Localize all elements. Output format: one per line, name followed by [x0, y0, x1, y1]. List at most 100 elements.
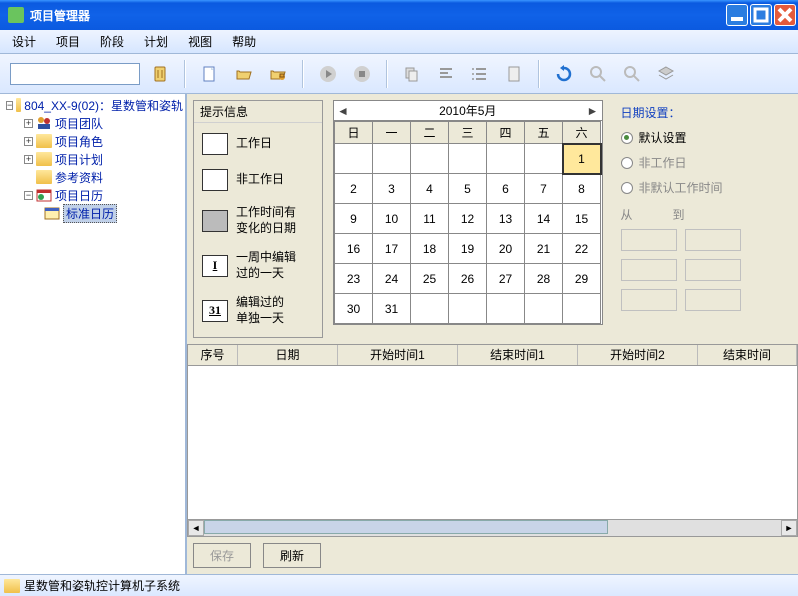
maximize-button[interactable]	[750, 4, 772, 26]
horizontal-scrollbar[interactable]: ◄ ►	[187, 519, 798, 537]
col-index[interactable]: 序号	[188, 345, 238, 365]
expand-icon[interactable]: +	[24, 119, 33, 128]
play-button[interactable]	[314, 60, 342, 88]
weekday-header: 一	[373, 122, 411, 144]
clear-button[interactable]	[146, 60, 174, 88]
weekday-header: 四	[487, 122, 525, 144]
calendar-day[interactable]: 3	[373, 174, 411, 204]
menu-design[interactable]: 设计	[4, 31, 44, 52]
zoom-in-button[interactable]	[584, 60, 612, 88]
calendar-day[interactable]: 14	[525, 204, 563, 234]
calendar-day[interactable]: 4	[411, 174, 449, 204]
calendar-day[interactable]: 10	[373, 204, 411, 234]
copy-button[interactable]	[398, 60, 426, 88]
tree-item-std-calendar[interactable]: 标准日历	[2, 204, 183, 222]
new-button[interactable]	[196, 60, 224, 88]
calendar-day[interactable]: 27	[487, 264, 525, 294]
calendar-day[interactable]: 25	[411, 264, 449, 294]
radio-nonwork[interactable]: 非工作日	[621, 154, 741, 171]
col-end1[interactable]: 结束时间1	[458, 345, 578, 365]
next-month-button[interactable]: ►	[586, 104, 600, 118]
scroll-left-button[interactable]: ◄	[188, 520, 204, 536]
layers-button[interactable]	[652, 60, 680, 88]
calendar-day[interactable]: 24	[373, 264, 411, 294]
to-time-2[interactable]	[685, 259, 741, 281]
calendar-day[interactable]: 9	[335, 204, 373, 234]
radio-default[interactable]: 默认设置	[621, 129, 741, 146]
doc-button[interactable]	[500, 60, 528, 88]
calendar-day[interactable]: 1	[563, 144, 601, 174]
window-titlebar: 项目管理器	[0, 0, 798, 30]
menu-plan[interactable]: 计划	[136, 31, 176, 52]
calendar-day[interactable]: 17	[373, 234, 411, 264]
col-start2[interactable]: 开始时间2	[578, 345, 698, 365]
tree-item-roles[interactable]: + 项目角色	[2, 132, 183, 150]
open-locked-button[interactable]	[264, 60, 292, 88]
search-input[interactable]	[10, 63, 140, 85]
calendar-day[interactable]: 21	[525, 234, 563, 264]
calendar-day[interactable]: 18	[411, 234, 449, 264]
folder-icon	[36, 134, 52, 148]
col-start1[interactable]: 开始时间1	[338, 345, 458, 365]
from-time-3[interactable]	[621, 289, 677, 311]
col-end2[interactable]: 结束时间	[698, 345, 797, 365]
col-date[interactable]: 日期	[238, 345, 338, 365]
tree-label: 项目角色	[55, 133, 103, 150]
tree-item-calendar[interactable]: − 项目日历	[2, 186, 183, 204]
tree-item-team[interactable]: + 项目团队	[2, 114, 183, 132]
tree-root[interactable]: − 804_XX-9(02)：星数管和姿轨	[2, 96, 183, 114]
radio-icon	[621, 132, 633, 144]
collapse-icon[interactable]: −	[6, 101, 13, 110]
save-button[interactable]: 保存	[193, 543, 251, 568]
legend-row: I一周中编辑 过的一天	[202, 250, 314, 281]
tree-item-refs[interactable]: 参考资料	[2, 168, 183, 186]
calendar-day[interactable]: 15	[563, 204, 601, 234]
menu-project[interactable]: 项目	[48, 31, 88, 52]
open-button[interactable]	[230, 60, 258, 88]
radio-custom[interactable]: 非默认工作时间	[621, 179, 741, 196]
tree-label: 项目计划	[55, 151, 103, 168]
calendar-day[interactable]: 6	[487, 174, 525, 204]
calendar-day[interactable]: 5	[449, 174, 487, 204]
calendar-day[interactable]: 30	[335, 294, 373, 324]
from-time-1[interactable]	[621, 229, 677, 251]
calendar-day[interactable]: 11	[411, 204, 449, 234]
calendar-day[interactable]: 20	[487, 234, 525, 264]
calendar-day[interactable]: 31	[373, 294, 411, 324]
calendar-day[interactable]: 28	[525, 264, 563, 294]
calendar-day[interactable]: 2	[335, 174, 373, 204]
calendar-day[interactable]: 8	[563, 174, 601, 204]
calendar-day[interactable]: 7	[525, 174, 563, 204]
calendar-icon	[44, 206, 60, 220]
legend-label: 工作时间有 变化的日期	[236, 205, 296, 236]
stop-button[interactable]	[348, 60, 376, 88]
calendar-day[interactable]: 29	[563, 264, 601, 294]
minimize-button[interactable]	[726, 4, 748, 26]
prev-month-button[interactable]: ◄	[336, 104, 350, 118]
collapse-icon[interactable]: −	[24, 191, 33, 200]
from-time-2[interactable]	[621, 259, 677, 281]
legend-row: 工作时间有 变化的日期	[202, 205, 314, 236]
to-time-1[interactable]	[685, 229, 741, 251]
calendar-day[interactable]: 23	[335, 264, 373, 294]
to-time-3[interactable]	[685, 289, 741, 311]
menu-view[interactable]: 视图	[180, 31, 220, 52]
calendar-day[interactable]: 19	[449, 234, 487, 264]
refresh-button[interactable]: 刷新	[263, 543, 321, 568]
scroll-right-button[interactable]: ►	[781, 520, 797, 536]
zoom-out-button[interactable]	[618, 60, 646, 88]
calendar-day[interactable]: 13	[487, 204, 525, 234]
menu-help[interactable]: 帮助	[224, 31, 264, 52]
calendar-day[interactable]: 22	[563, 234, 601, 264]
expand-icon[interactable]: +	[24, 137, 33, 146]
tree-item-plan[interactable]: + 项目计划	[2, 150, 183, 168]
expand-icon[interactable]: +	[24, 155, 33, 164]
close-button[interactable]	[774, 4, 796, 26]
calendar-day[interactable]: 16	[335, 234, 373, 264]
refresh-button[interactable]	[550, 60, 578, 88]
calendar-day[interactable]: 12	[449, 204, 487, 234]
align-left-button[interactable]	[432, 60, 460, 88]
list-button[interactable]	[466, 60, 494, 88]
calendar-day[interactable]: 26	[449, 264, 487, 294]
menu-phase[interactable]: 阶段	[92, 31, 132, 52]
